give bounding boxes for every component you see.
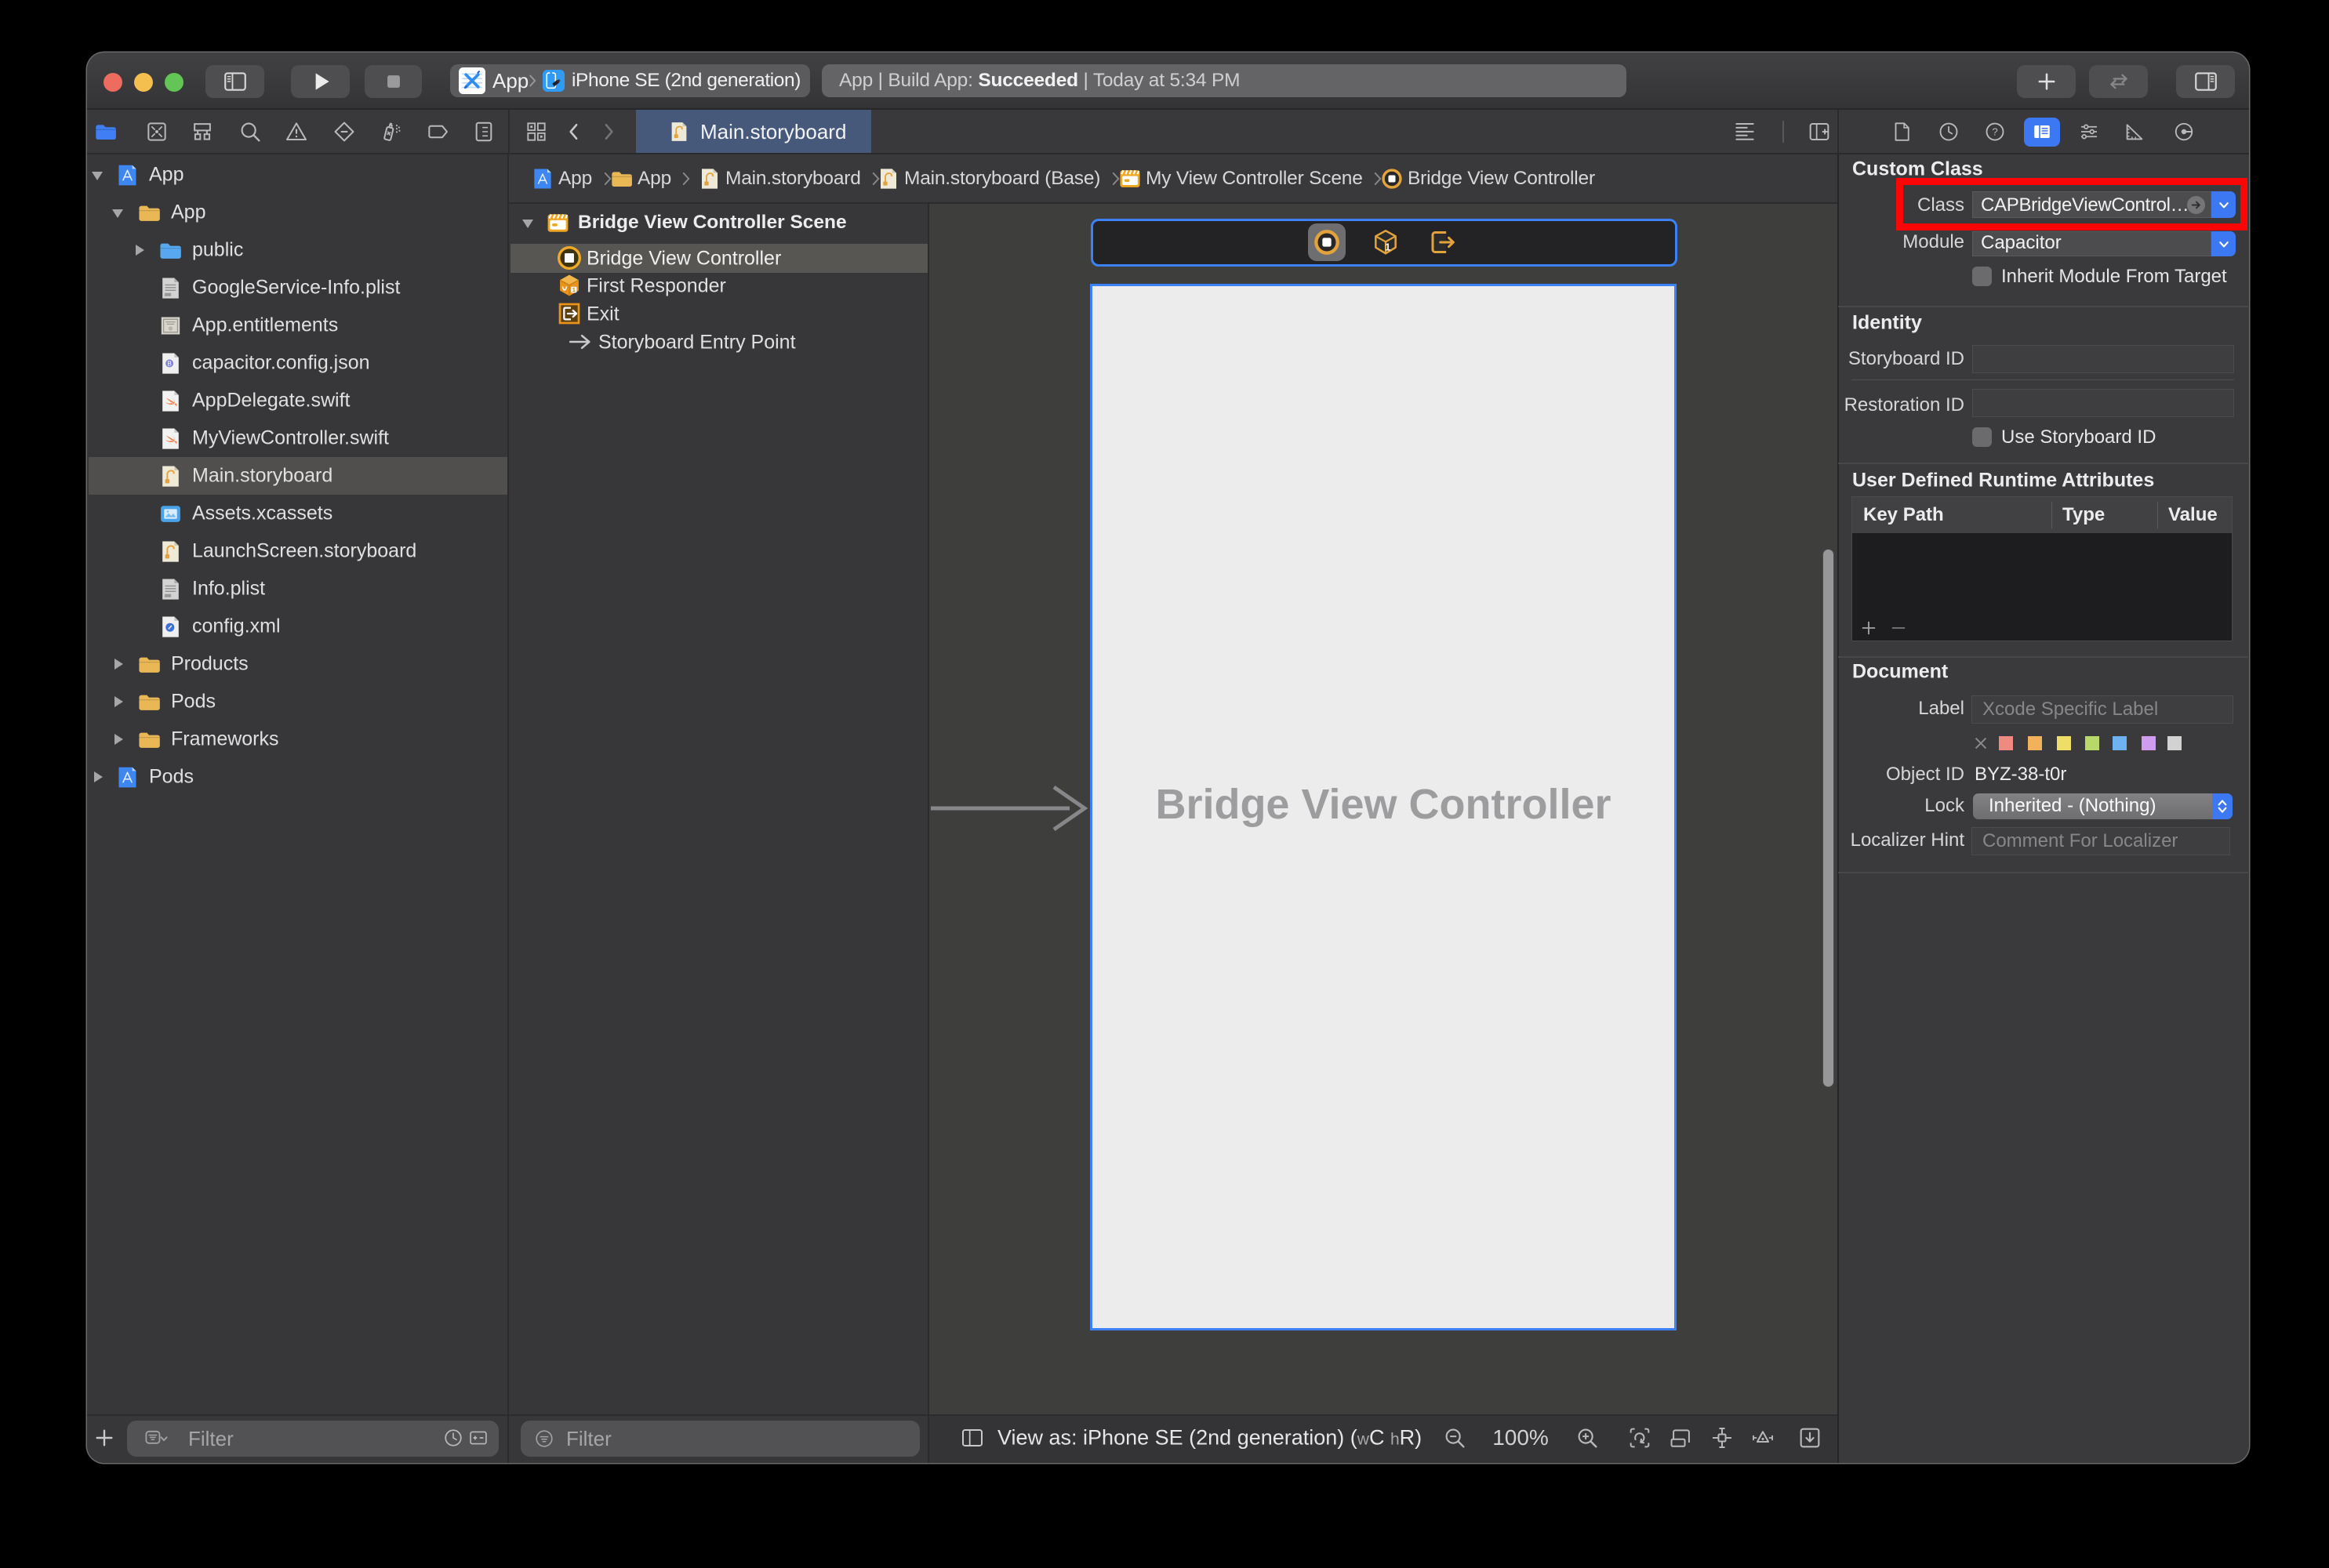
svg-text:1: 1 — [1385, 241, 1390, 252]
svg-text:1: 1 — [572, 286, 576, 293]
svg-text:B: B — [167, 360, 172, 367]
svg-text:?: ? — [1992, 126, 1997, 138]
